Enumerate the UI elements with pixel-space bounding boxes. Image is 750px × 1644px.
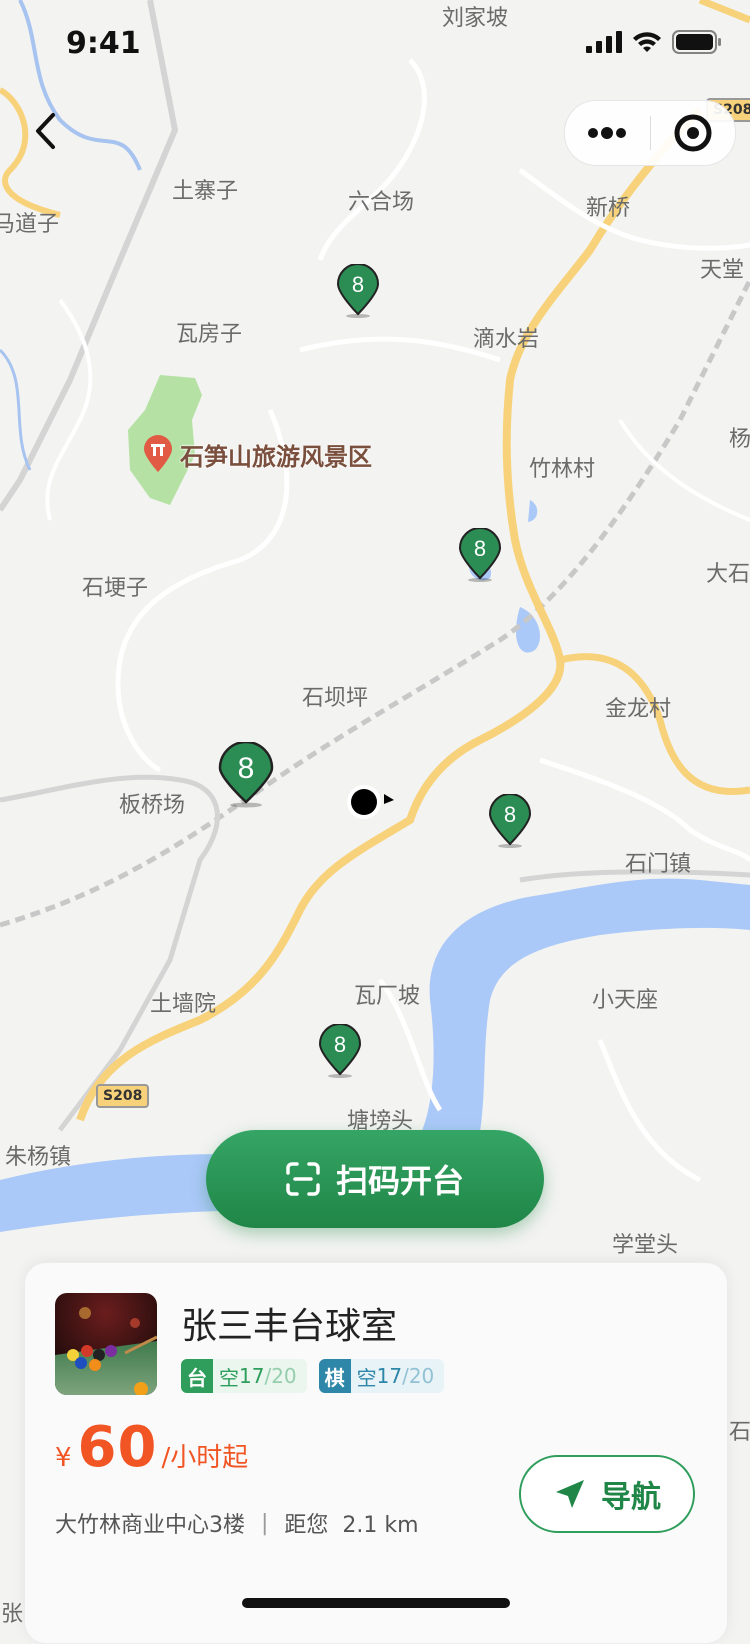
place-label: 滴水岩: [472, 327, 540, 352]
place-label: 石埂子: [81, 576, 149, 601]
wifi-icon: [633, 32, 661, 52]
marker-label: 8: [238, 752, 255, 785]
place-label: 新桥: [585, 196, 631, 221]
price: ¥ 60 /小时起: [55, 1415, 249, 1480]
navigate-label: 导航: [601, 1480, 661, 1515]
back-button[interactable]: [22, 108, 68, 154]
place-label: 马道子: [0, 212, 60, 237]
marker-label: 8: [334, 1032, 346, 1057]
distance-text: 距您 2.1 km: [284, 1513, 419, 1538]
navigation-arrow-icon: [556, 1480, 584, 1508]
venue-name: 张三丰台球室: [181, 1306, 398, 1347]
venue-address: 大竹林商业中心3楼 | 距您 2.1 km: [55, 1507, 419, 1539]
more-button[interactable]: [565, 101, 650, 165]
marker-label: 8: [504, 802, 516, 827]
home-indicator: [242, 1598, 510, 1608]
address-text: 大竹林商业中心3楼: [55, 1513, 245, 1538]
navigate-button[interactable]: 导航: [519, 1455, 695, 1533]
place-label: 瓦房子: [175, 322, 243, 347]
more-icon: [588, 127, 627, 139]
place-label: 学堂头: [611, 1233, 679, 1258]
place-label: 金龙村: [604, 697, 672, 722]
scenic-spot-icon: [144, 435, 172, 472]
scenic-spot[interactable]: 石笋山旅游风景区: [142, 435, 372, 473]
close-mini-program-button[interactable]: [651, 101, 736, 165]
chess-availability-badge: 棋 空 17/20: [318, 1359, 445, 1393]
place-label: 大石: [705, 562, 750, 587]
place-label: 小天座: [591, 988, 659, 1013]
venue-marker[interactable]: 8: [488, 793, 532, 852]
scenic-spot-label: 石笋山旅游风景区: [180, 442, 372, 471]
road-shield: S208: [96, 1084, 150, 1108]
place-label: 土墙院: [149, 992, 217, 1017]
place-label: 土寨子: [171, 179, 239, 204]
scan-icon: [286, 1162, 320, 1196]
scan-open-table-button[interactable]: 扫码开台: [206, 1130, 544, 1228]
venue-marker-selected[interactable]: 8: [217, 740, 275, 812]
place-label: 竹林村: [528, 457, 596, 482]
status-time: 9:41: [66, 26, 141, 61]
place-label: 石门镇: [624, 852, 692, 877]
place-label: 瓦厂坡: [353, 984, 421, 1009]
place-label: 朱杨镇: [4, 1145, 72, 1170]
mini-program-capsule: [564, 100, 736, 166]
signal-icon: [586, 31, 622, 53]
battery-icon: [672, 30, 721, 54]
marker-label: 8: [474, 536, 486, 561]
place-label: 杨: [728, 427, 750, 452]
marker-label: 8: [352, 272, 364, 297]
scan-button-label: 扫码开台: [335, 1162, 464, 1200]
venue-thumbnail: [55, 1293, 157, 1395]
place-label: 板桥场: [118, 793, 186, 818]
user-location-icon: [346, 784, 398, 828]
place-label: 石坝坪: [301, 686, 369, 711]
venue-marker[interactable]: 8: [318, 1023, 362, 1082]
place-label: 石: [728, 1420, 750, 1445]
place-label: 天堂: [699, 258, 745, 283]
place-label: 六合场: [347, 190, 415, 215]
venue-card[interactable]: 张三丰台球室 台 空 17/20 棋 空 17/20 ¥ 60 /小时起 大竹林商业…: [24, 1262, 728, 1644]
status-bar: 9:41: [0, 0, 750, 88]
chevron-left-icon: [36, 113, 55, 149]
target-icon: [674, 114, 712, 152]
place-label: 张: [0, 1602, 24, 1627]
table-availability-badge: 台 空 17/20: [181, 1359, 307, 1393]
venue-marker[interactable]: 8: [458, 527, 502, 586]
venue-marker[interactable]: 8: [336, 263, 380, 322]
